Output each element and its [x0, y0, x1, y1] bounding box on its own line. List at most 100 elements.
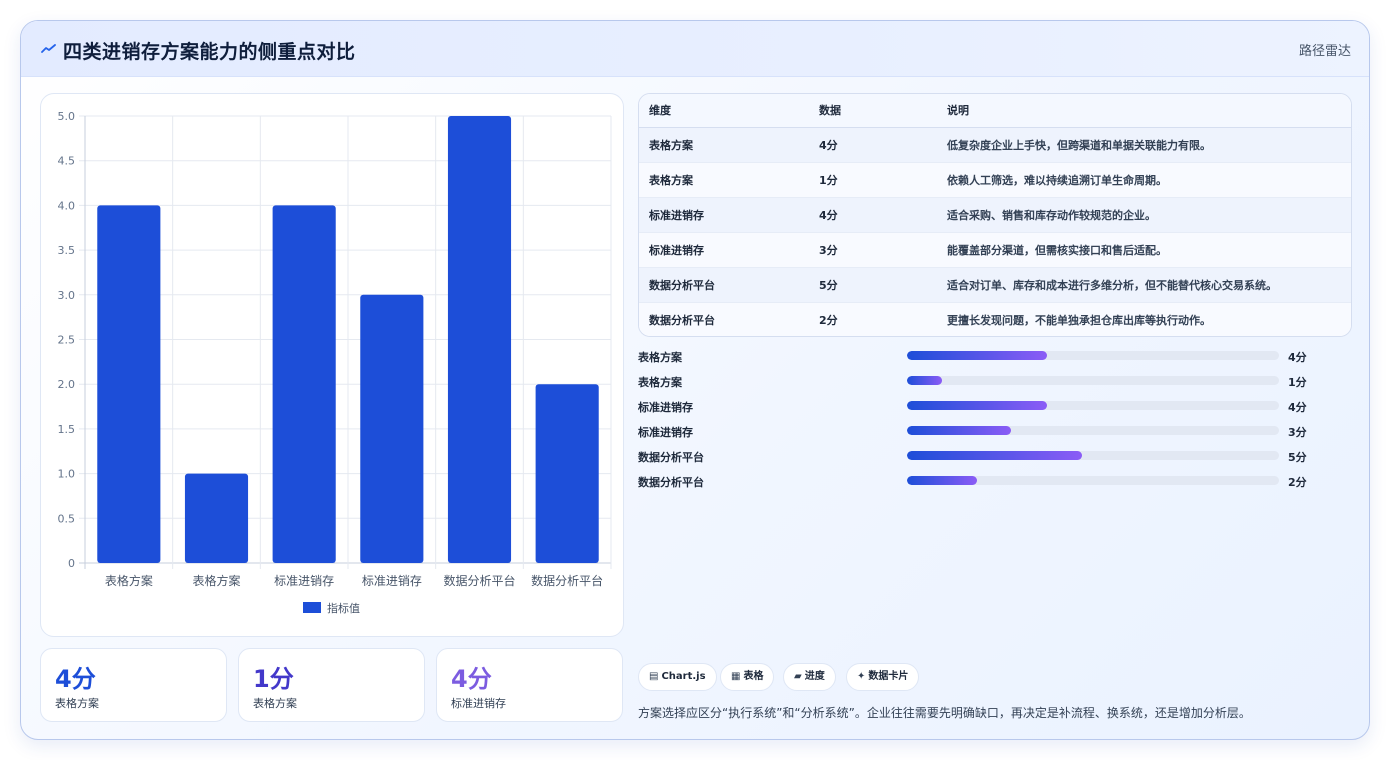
progress-fill: [907, 351, 1047, 360]
progress-label: 标准进销存: [638, 401, 693, 414]
progress-row: 数据分析平台 5分: [638, 445, 1352, 470]
y-tick-label: 3.5: [58, 244, 76, 257]
progress-fill: [907, 401, 1047, 410]
progress-label: 表格方案: [638, 376, 682, 389]
page-title: 四类进销存方案能力的侧重点对比: [63, 41, 356, 63]
x-tick-label: 标准进销存: [274, 574, 334, 588]
cell-dimension: 表格方案: [639, 161, 809, 197]
y-tick-label: 2.0: [58, 378, 76, 391]
cell-data: 4分: [809, 196, 937, 232]
progress-value: 4分: [1288, 401, 1307, 414]
table-row: 标准进销存 3分 能覆盖部分渠道，但需核实接口和售后适配。: [639, 231, 1351, 267]
progress-label: 数据分析平台: [638, 451, 704, 464]
column-header-dimension: 维度: [639, 94, 809, 128]
cell-data: 4分: [809, 126, 937, 162]
cell-data: 1分: [809, 161, 937, 197]
y-tick-label: 0.5: [58, 512, 76, 525]
table-row: 表格方案 4分 低复杂度企业上手快，但跨渠道和单据关联能力有限。: [639, 126, 1351, 162]
cell-description: 适合对订单、库存和成本进行多维分析，但不能替代核心交易系统。: [937, 266, 1351, 302]
progress-row: 标准进销存 3分: [638, 420, 1352, 445]
cell-dimension: 表格方案: [639, 126, 809, 162]
y-tick-label: 5.0: [58, 110, 76, 123]
progress-label: 标准进销存: [638, 426, 693, 439]
progress-row: 标准进销存 4分: [638, 395, 1352, 420]
cell-description: 能覆盖部分渠道，但需核实接口和售后适配。: [937, 231, 1351, 267]
x-tick-label: 表格方案: [192, 573, 240, 588]
comparison-table: 维度 数据 说明 表格方案 4分 低复杂度企业上手快，但跨渠道和单据关联能力有限…: [638, 93, 1352, 337]
tag-table[interactable]: ▦ 表格: [720, 663, 775, 691]
x-tick-label: 数据分析平台: [443, 573, 515, 588]
progress-track: [907, 426, 1279, 435]
bar: [535, 384, 599, 563]
progress-track: [907, 351, 1279, 360]
progress-track: [907, 401, 1279, 410]
bar: [272, 205, 336, 563]
tag-label: 表格: [743, 671, 764, 682]
tag-chartjs[interactable]: ▤ Chart.js: [638, 663, 717, 691]
table-icon: ▦: [731, 671, 741, 682]
progress-fill: [907, 451, 1082, 460]
bar: [97, 205, 161, 563]
bar-chart: 0 0.5 1.0 1.5 2.0 2.5 3.0 3.5 4.0 4.5 5.0 表格方案 表格方案 标…: [58, 110, 612, 615]
bar-chart-panel: 0 0.5 1.0 1.5 2.0 2.5 3.0 3.5 4.0 4.5 5.0 表格方案 表格方案 标…: [40, 93, 624, 637]
legend-label: 指标值: [327, 601, 360, 615]
bar: [447, 116, 512, 563]
progress-fill: [907, 426, 1012, 435]
table-row: 标准进销存 4分 适合采购、销售和库存动作较规范的企业。: [639, 196, 1351, 232]
y-tick-label: 4.5: [58, 155, 76, 168]
sparkle-icon: ✦: [857, 671, 866, 682]
y-tick-label: 4.0: [58, 199, 76, 212]
tag-data-card[interactable]: ✦ 数据卡片: [846, 663, 920, 691]
progress-value: 3分: [1288, 426, 1307, 439]
footer-note: 方案选择应区分“执行系统”和“分析系统”。企业往往需要先明确缺口，再决定是补流程…: [638, 706, 1251, 720]
bar: [184, 473, 249, 563]
progress-value: 5分: [1288, 451, 1307, 464]
stat-card-3: 4分 标准进销存: [436, 648, 623, 722]
progress-list: 表格方案 4分 表格方案 1分 标准进销存 4分 标准进销存 3分 数据分析平台…: [638, 345, 1352, 495]
x-tick-label: 标准进销存: [362, 574, 422, 588]
y-tick-label: 1.5: [58, 423, 76, 436]
y-tick-label: 3.0: [58, 289, 76, 302]
cell-data: 2分: [809, 301, 937, 336]
progress-fill: [907, 476, 977, 485]
legend-swatch: [303, 602, 321, 613]
column-header-data: 数据: [809, 94, 937, 128]
trend-line-icon: [41, 44, 56, 53]
progress-value: 1分: [1288, 376, 1307, 389]
column-header-description: 说明: [937, 94, 1351, 128]
cell-data: 3分: [809, 231, 937, 267]
stat-label: 表格方案: [253, 697, 297, 710]
progress-icon: ▰: [794, 671, 802, 682]
x-tick-label: 数据分析平台: [531, 573, 603, 588]
table-row: 数据分析平台 2分 更擅长发现问题，不能单独承担仓库出库等执行动作。: [639, 301, 1351, 336]
cell-data: 5分: [809, 266, 937, 302]
tag-label: Chart.js: [661, 671, 706, 682]
progress-track: [907, 476, 1279, 485]
cell-description: 适合采购、销售和库存动作较规范的企业。: [937, 196, 1351, 232]
progress-row: 表格方案 1分: [638, 370, 1352, 395]
stat-value: 1分: [253, 665, 294, 693]
progress-row: 数据分析平台 2分: [638, 470, 1352, 495]
table-row: 表格方案 1分 依赖人工筛选，难以持续追溯订单生命周期。: [639, 161, 1351, 197]
chart-icon: ▤: [649, 671, 659, 682]
header: 四类进销存方案能力的侧重点对比 路径雷达: [21, 21, 1369, 77]
cell-dimension: 标准进销存: [639, 231, 809, 267]
route-link[interactable]: 路径雷达: [1299, 40, 1351, 59]
progress-row: 表格方案 4分: [638, 345, 1352, 370]
tag-progress[interactable]: ▰ 进度: [783, 663, 836, 691]
main-card: 四类进销存方案能力的侧重点对比 路径雷达 0 0.5 1.0 1.5 2.0 2.5 3.0…: [20, 20, 1370, 740]
stat-card-1: 4分 表格方案: [40, 648, 227, 722]
cell-dimension: 数据分析平台: [639, 266, 809, 302]
stat-value: 4分: [451, 665, 492, 693]
cell-description: 依赖人工筛选，难以持续追溯订单生命周期。: [937, 161, 1351, 197]
stat-label: 标准进销存: [451, 697, 506, 710]
y-tick-label: 2.5: [58, 334, 76, 347]
tag-label: 进度: [804, 671, 825, 682]
progress-label: 表格方案: [638, 351, 682, 364]
cell-description: 更擅长发现问题，不能单独承担仓库出库等执行动作。: [937, 301, 1351, 336]
stat-label: 表格方案: [55, 697, 99, 710]
x-tick-label: 表格方案: [105, 573, 153, 588]
progress-value: 2分: [1288, 476, 1307, 489]
progress-value: 4分: [1288, 351, 1307, 364]
progress-track: [907, 376, 1279, 385]
